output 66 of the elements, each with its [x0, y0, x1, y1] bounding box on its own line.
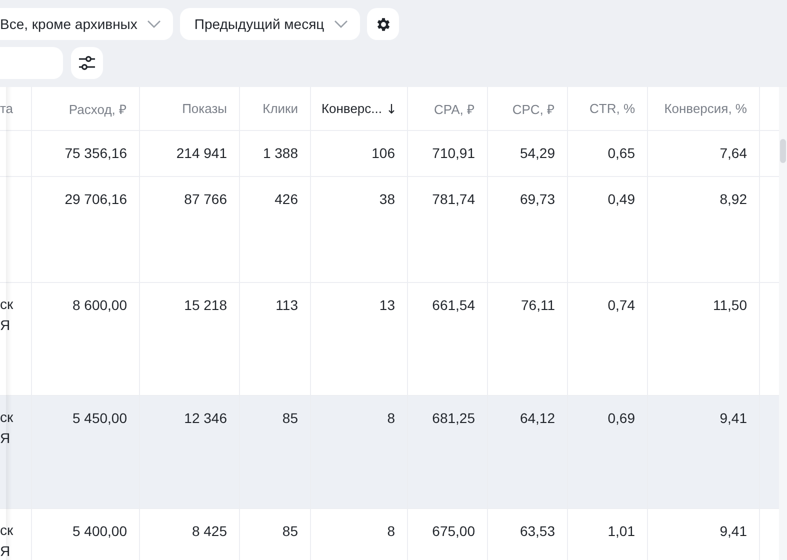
table-cell: 29 706,16: [32, 177, 140, 282]
table-cell: 38: [311, 177, 408, 282]
table-cell: 12 346: [140, 396, 240, 508]
table-cell: 214 941: [140, 131, 240, 176]
table-cell: 54,29: [488, 131, 568, 176]
table-cell: 681,25: [408, 396, 488, 508]
table-cell: 8: [311, 509, 408, 560]
table-cell: 9,41: [648, 396, 760, 508]
table-cell: 0,65: [568, 131, 648, 176]
column-header[interactable]: Конверс...: [311, 87, 408, 130]
table-cell: 1 388: [240, 131, 311, 176]
table-cell: 87 766: [140, 177, 240, 282]
table-cell: 9,41: [648, 509, 760, 560]
table-cell: 69,73: [488, 177, 568, 282]
table-cell: 710,91: [408, 131, 488, 176]
table-cell: ск Я: [0, 396, 32, 508]
filter-dropdown[interactable]: Предыдущий месяц: [180, 8, 360, 40]
table-cell: 8: [311, 396, 408, 508]
column-header[interactable]: Расход, ₽: [32, 87, 140, 130]
column-header[interactable]: CTR, %: [568, 87, 648, 130]
table-row[interactable]: ск Я 8 600,00 15 218 113 13 661,54 76,11 0,74 11,50: [0, 283, 779, 396]
table-cell: 64,12: [488, 396, 568, 508]
column-header[interactable]: Показы: [140, 87, 240, 130]
table-cell: 15 218: [140, 283, 240, 395]
table-cell: 1,01: [568, 509, 648, 560]
sliders-icon: [78, 55, 96, 71]
table-cell: 5 400,00: [32, 509, 140, 560]
chevron-down-icon: [334, 20, 348, 28]
column-header[interactable]: CPA, ₽: [408, 87, 488, 130]
table-row[interactable]: 75 356,16 214 941 1 388 106 710,91 54,29 0,65 7,64: [0, 131, 779, 177]
table-cell: 7,64: [648, 131, 760, 176]
table-cell: 63,53: [488, 509, 568, 560]
table-cell: 85: [240, 396, 311, 508]
table-cell: 106: [311, 131, 408, 176]
table-cell: 0,74: [568, 283, 648, 395]
table-cell: 675,00: [408, 509, 488, 560]
table-cell: 85: [240, 509, 311, 560]
scrollbar[interactable]: [779, 87, 787, 560]
table-cell: 8 600,00: [32, 283, 140, 395]
column-header[interactable]: CPC, ₽: [488, 87, 568, 130]
column-header[interactable]: Конверсия, %: [648, 87, 760, 130]
sort-arrow-icon: [388, 104, 395, 114]
table-cell: 75 356,16: [32, 131, 140, 176]
column-header[interactable]: Клики: [240, 87, 311, 130]
table-cell: 13: [311, 283, 408, 395]
column-header[interactable]: та: [0, 87, 32, 130]
table-cell: 113: [240, 283, 311, 395]
gear-icon: [374, 16, 392, 32]
chevron-down-icon: [147, 20, 162, 28]
table-row[interactable]: 29 706,16 87 766 426 38 781,74 69,73 0,49 8,92: [0, 177, 779, 283]
table-cell: 0,49: [568, 177, 648, 282]
table-cell: 661,54: [408, 283, 488, 395]
table-cell: 8,92: [648, 177, 760, 282]
table-cell: 0,69: [568, 396, 648, 508]
table-cell: 426: [240, 177, 311, 282]
table-cell: 8 425: [140, 509, 240, 560]
table-cell: ск Я: [0, 283, 32, 395]
table-cell: 76,11: [488, 283, 568, 395]
filter-settings-button[interactable]: [71, 47, 103, 79]
settings-button[interactable]: [367, 8, 400, 40]
table-cell: 11,50: [648, 283, 760, 395]
table-cell: 781,74: [408, 177, 488, 282]
table-cell: ск Я: [0, 509, 32, 560]
filter-dropdown[interactable]: Все, кроме архивных: [0, 8, 174, 40]
table-row[interactable]: ск Я 5 450,00 12 346 85 8 681,25 64,12 0,69 9,41: [0, 396, 779, 509]
table-cell: 5 450,00: [32, 396, 140, 508]
